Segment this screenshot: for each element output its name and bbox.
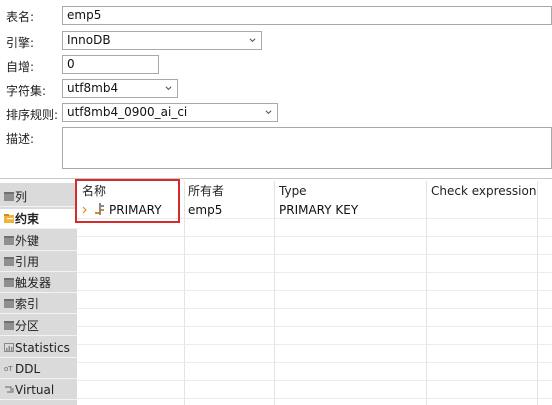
- charset-label: 字符集:: [6, 84, 47, 98]
- column-header-owner[interactable]: 所有者: [188, 181, 224, 199]
- ddl-icon: oT: [4, 365, 13, 373]
- statistics-icon: [4, 343, 14, 352]
- sidebar-item-label: 触发器: [15, 276, 52, 290]
- sidebar-item-label: 引用: [15, 255, 40, 269]
- auto-increment-label: 自增:: [6, 60, 35, 74]
- row-divider: [77, 272, 552, 273]
- sidebar-item-label: Virtual: [15, 383, 55, 397]
- chevron-down-icon: [265, 110, 272, 115]
- row-divider: [77, 290, 552, 291]
- auto-increment-input[interactable]: 0: [62, 55, 159, 74]
- sidebar-item-foreign-keys[interactable]: 外键: [0, 231, 77, 251]
- row-divider: [77, 344, 552, 345]
- annotation-highlight-box: [75, 179, 180, 223]
- sidebar-item-partitions[interactable]: 分区: [0, 316, 77, 336]
- constraint-icon: [4, 214, 14, 223]
- sidebar-item-triggers[interactable]: 触发器: [0, 273, 77, 293]
- row-divider: [77, 398, 552, 399]
- table-icon: [4, 192, 14, 201]
- column-divider: [426, 181, 427, 405]
- sidebar-item-label: 列: [15, 190, 28, 204]
- table-icon: [4, 257, 14, 266]
- row-owner-cell: emp5: [188, 203, 223, 217]
- engine-select[interactable]: InnoDB: [62, 31, 262, 50]
- charset-value: utf8mb4: [67, 81, 119, 95]
- row-type-cell: PRIMARY KEY: [279, 203, 359, 217]
- virtual-icon: [5, 386, 14, 393]
- table-icon: [4, 321, 14, 330]
- column-divider: [184, 181, 185, 405]
- svg-text:oT: oT: [4, 365, 13, 373]
- table-name-input[interactable]: emp5: [62, 6, 552, 25]
- chevron-down-icon: [165, 86, 172, 91]
- chevron-down-icon: [249, 38, 256, 43]
- sidebar-item-constraints[interactable]: 约束: [0, 209, 80, 229]
- charset-select[interactable]: utf8mb4: [62, 79, 178, 98]
- engine-label: 引擎:: [6, 36, 35, 50]
- collation-select[interactable]: utf8mb4_0900_ai_ci: [62, 103, 278, 122]
- sidebar-item-label: DDL: [15, 362, 41, 376]
- sidebar-item-label: 外键: [15, 234, 40, 248]
- table-icon: [4, 299, 14, 308]
- table-icon: [4, 278, 14, 287]
- row-divider: [77, 236, 552, 237]
- row-divider: [77, 362, 552, 363]
- row-divider: [77, 380, 552, 381]
- sidebar-item-label: 分区: [15, 319, 40, 333]
- engine-value: InnoDB: [67, 33, 111, 47]
- comment-label: 描述:: [6, 132, 35, 146]
- sidebar-item-columns[interactable]: 列: [0, 187, 77, 207]
- sidebar: 列 约束 外键 引用 触发器 索引 分区 Statistics oT DDL V…: [0, 183, 80, 405]
- table-name-label: 表名:: [6, 10, 35, 24]
- comment-textarea[interactable]: [62, 127, 552, 169]
- sidebar-item-label: Statistics: [15, 341, 70, 355]
- column-header-type[interactable]: Type: [279, 181, 307, 199]
- sidebar-item-references[interactable]: 引用: [0, 252, 77, 272]
- collation-label: 排序规则:: [6, 108, 59, 122]
- sidebar-item-ddl[interactable]: oT DDL: [0, 359, 77, 379]
- sidebar-item-statistics[interactable]: Statistics: [0, 338, 77, 358]
- sidebar-item-label: 约束: [15, 212, 40, 226]
- column-header-check-expression[interactable]: Check expression: [431, 181, 536, 199]
- row-divider: [77, 254, 552, 255]
- sidebar-item-label: 索引: [15, 297, 40, 311]
- column-divider: [274, 181, 275, 405]
- sidebar-item-virtual[interactable]: Virtual: [0, 380, 77, 400]
- column-divider: [537, 181, 538, 405]
- row-divider: [77, 326, 552, 327]
- collation-value: utf8mb4_0900_ai_ci: [67, 105, 188, 119]
- row-divider: [77, 308, 552, 309]
- table-icon: [4, 236, 14, 245]
- sidebar-item-indexes[interactable]: 索引: [0, 294, 77, 314]
